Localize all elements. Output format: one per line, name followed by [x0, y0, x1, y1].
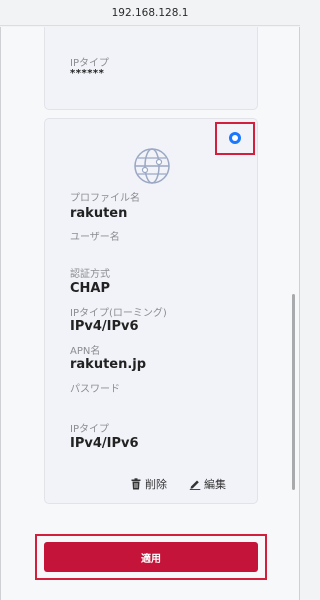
url-text: 192.168.128.1 [111, 7, 189, 19]
username-label: ユーザー名 [70, 232, 120, 243]
profile-name-value: rakuten [70, 206, 128, 221]
profile-card-previous: IPタイプ ****** [44, 27, 258, 110]
globe-icon [134, 148, 170, 184]
profile-card-rakuten[interactable]: プロファイル名 rakuten ユーザー名 認証方式 CHAP IPタイプ(ロー… [44, 118, 258, 504]
profile-name-label: プロファイル名 [70, 193, 140, 204]
edit-label: 編集 [204, 478, 226, 491]
auth-method-label: 認証方式 [70, 269, 110, 280]
ip-type-roaming-label: IPタイプ(ローミング) [70, 308, 167, 319]
edit-button[interactable]: 編集 [189, 476, 226, 492]
selection-highlight [215, 122, 255, 155]
ip-type-label: IPタイプ [70, 58, 109, 69]
apply-button[interactable]: 適用 [44, 542, 258, 572]
delete-label: 削除 [145, 478, 167, 491]
password-label: パスワード [70, 384, 120, 395]
page-viewport: IPタイプ ****** プロファイル名 rakuten ユーザー名 認証方式 … [0, 27, 300, 600]
apn-label: APN名 [70, 346, 101, 357]
ip-type-label: IPタイプ [70, 424, 109, 435]
vertical-scrollbar[interactable] [292, 294, 295, 490]
masked-value: ****** [70, 68, 105, 79]
pencil-icon [189, 480, 201, 490]
trash-icon [131, 478, 141, 490]
ip-type-value: IPv4/IPv6 [70, 436, 139, 451]
ip-type-roaming-value: IPv4/IPv6 [70, 319, 139, 334]
apn-value: rakuten.jp [70, 357, 147, 372]
auth-method-value: CHAP [70, 281, 111, 296]
address-bar[interactable]: 192.168.128.1 [0, 0, 300, 26]
profile-radio-selected[interactable] [229, 132, 241, 144]
delete-button[interactable]: 削除 [130, 476, 167, 492]
